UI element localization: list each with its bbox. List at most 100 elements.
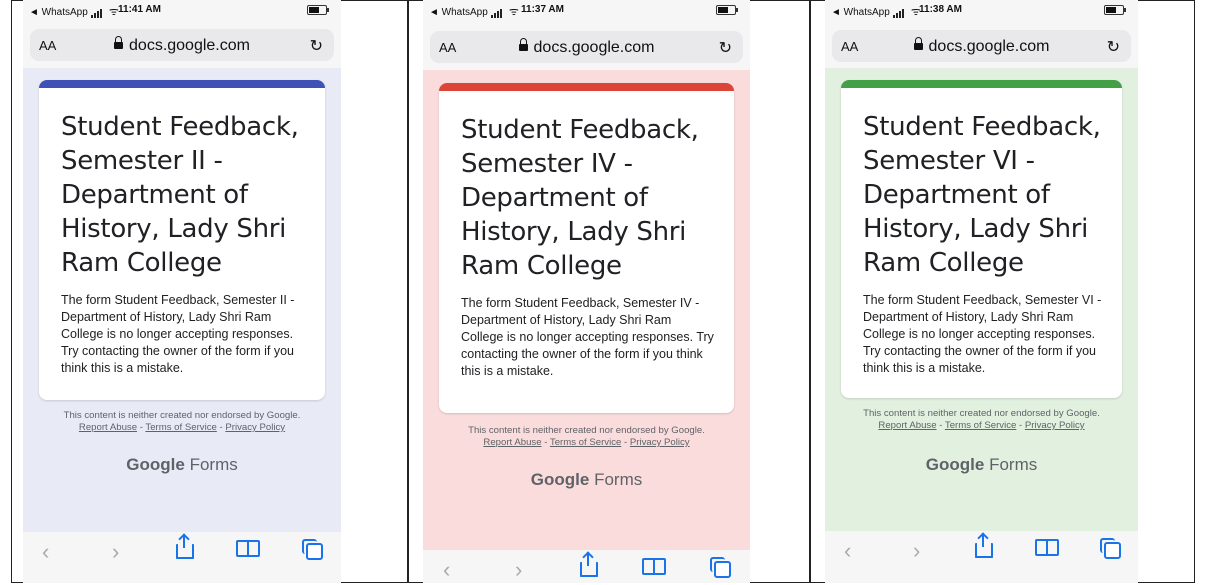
address-bar[interactable]: AA docs.google.com ↻ (30, 29, 334, 61)
host-text: docs.google.com (928, 38, 1050, 55)
lock-icon (913, 37, 923, 50)
form-title: Student Feedback, Semester IV - Departme… (461, 115, 699, 281)
host-text: docs.google.com (533, 39, 655, 56)
form-footer: This content is neither created nor endo… (423, 425, 750, 449)
form-closed-card: Student Feedback, Semester IV - Departme… (439, 83, 734, 413)
lock-icon (518, 38, 528, 51)
back-icon[interactable]: ‹ (42, 541, 49, 563)
status-bar: ◄ WhatsApp ᯤ 11:41 AM (23, 0, 341, 22)
back-to-app-label: ◄ WhatsApp (429, 7, 488, 18)
back-to-app-label: ◄ WhatsApp (29, 7, 88, 18)
address-bar[interactable]: AA docs.google.com ↻ (832, 30, 1131, 62)
signal-icon (490, 7, 503, 18)
status-bar: ◄ WhatsApp ᯤ 11:38 AM (825, 0, 1138, 22)
address-host: docs.google.com (832, 37, 1131, 56)
safari-toolbar: ‹ › (825, 531, 1138, 571)
disclaimer: This content is neither created nor endo… (863, 408, 1100, 419)
terms-link[interactable]: Terms of Service (145, 422, 216, 433)
form-closed-card: Student Feedback, Semester II - Departme… (39, 80, 325, 400)
terms-link[interactable]: Terms of Service (550, 437, 621, 448)
form-title: Student Feedback, Semester II - Departme… (61, 112, 299, 278)
logo-google: Google (126, 455, 185, 474)
tabs-icon[interactable] (302, 539, 323, 560)
report-abuse-link[interactable]: Report Abuse (483, 437, 541, 448)
form-title: Student Feedback, Semester VI - Departme… (863, 112, 1101, 278)
footer-links: Report Abuse - Terms of Service - Privac… (423, 437, 750, 449)
back-to-app[interactable]: ◄ WhatsApp ᯤ (831, 4, 921, 19)
lock-icon (114, 36, 124, 49)
share-icon[interactable] (176, 535, 194, 559)
share-icon[interactable] (580, 553, 598, 577)
closed-message: The form Student Feedback, Semester VI -… (863, 293, 1102, 375)
phone-screen: ◄ WhatsApp ᯤ 11:41 AM AA docs.google.com ↻ St… (23, 0, 341, 583)
disclaimer: This content is neither created nor endo… (63, 410, 301, 421)
privacy-link[interactable]: Privacy Policy (630, 437, 690, 448)
back-to-app[interactable]: ◄ WhatsApp ᯤ (429, 4, 519, 19)
theme-color-bar (841, 80, 1122, 88)
logo-google: Google (530, 470, 590, 489)
bookmarks-icon[interactable] (236, 540, 260, 557)
clock: 11:38 AM (919, 4, 962, 15)
disclaimer: This content is neither created nor endo… (468, 425, 705, 436)
theme-color-bar (439, 83, 734, 91)
tabs-icon[interactable] (710, 557, 731, 578)
clock: 11:41 AM (118, 4, 161, 15)
bookmarks-icon[interactable] (642, 558, 666, 575)
share-icon[interactable] (975, 534, 993, 558)
report-abuse-link[interactable]: Report Abuse (79, 422, 137, 433)
address-host: docs.google.com (30, 36, 334, 55)
battery-icon (1104, 5, 1126, 15)
link-separator: - (621, 437, 630, 448)
google-forms-logo[interactable]: Google Forms (423, 470, 750, 490)
wifi-icon: ᯤ (105, 6, 119, 18)
signal-icon (892, 7, 905, 18)
phone-screen: ◄ WhatsApp ᯤ 11:38 AM AA docs.google.com ↻ St… (825, 0, 1138, 583)
address-bar[interactable]: AA docs.google.com ↻ (430, 31, 743, 63)
form-footer: This content is neither created nor endo… (825, 408, 1138, 432)
logo-forms: Forms (189, 455, 238, 474)
form-closed-card: Student Feedback, Semester VI - Departme… (841, 80, 1122, 398)
address-host: docs.google.com (430, 38, 743, 57)
form-page: Student Feedback, Semester VI - Departme… (825, 68, 1138, 536)
bookmarks-icon[interactable] (1035, 539, 1059, 556)
closed-message: The form Student Feedback, Semester II -… (61, 293, 295, 375)
logo-forms: Forms (989, 455, 1038, 474)
reload-icon[interactable]: ↻ (719, 38, 732, 58)
back-to-app[interactable]: ◄ WhatsApp ᯤ (29, 4, 119, 19)
wifi-icon: ᯤ (505, 6, 519, 18)
form-footer: This content is neither created nor endo… (23, 410, 341, 434)
report-abuse-link[interactable]: Report Abuse (878, 420, 936, 431)
link-separator: - (936, 420, 945, 431)
closed-message: The form Student Feedback, Semester IV -… (461, 296, 714, 378)
clock: 11:37 AM (521, 4, 564, 15)
link-separator: - (541, 437, 550, 448)
reload-icon[interactable]: ↻ (1107, 37, 1120, 57)
status-bar: ◄ WhatsApp ᯤ 11:37 AM (423, 0, 750, 22)
safari-toolbar: ‹ › (23, 532, 341, 570)
back-icon[interactable]: ‹ (844, 540, 851, 562)
battery-icon (716, 5, 738, 15)
host-text: docs.google.com (129, 37, 250, 54)
terms-link[interactable]: Terms of Service (945, 420, 1016, 431)
google-forms-logo[interactable]: Google Forms (825, 455, 1138, 475)
google-forms-logo[interactable]: Google Forms (23, 455, 341, 475)
form-page: Student Feedback, Semester IV - Departme… (423, 70, 750, 550)
form-page: Student Feedback, Semester II - Departme… (23, 68, 341, 533)
forward-icon[interactable]: › (515, 559, 522, 581)
theme-color-bar (39, 80, 325, 88)
signal-icon (90, 7, 103, 18)
footer-links: Report Abuse - Terms of Service - Privac… (825, 420, 1138, 432)
back-to-app-label: ◄ WhatsApp (831, 7, 890, 18)
logo-google: Google (925, 455, 985, 474)
privacy-link[interactable]: Privacy Policy (1025, 420, 1085, 431)
privacy-link[interactable]: Privacy Policy (225, 422, 285, 433)
forward-icon[interactable]: › (112, 541, 119, 563)
logo-forms: Forms (594, 470, 643, 489)
back-icon[interactable]: ‹ (443, 559, 450, 581)
battery-icon (307, 5, 329, 15)
safari-toolbar: ‹ › (423, 550, 750, 583)
footer-links: Report Abuse - Terms of Service - Privac… (23, 422, 341, 434)
reload-icon[interactable]: ↻ (310, 36, 323, 56)
forward-icon[interactable]: › (913, 540, 920, 562)
tabs-icon[interactable] (1100, 538, 1121, 559)
